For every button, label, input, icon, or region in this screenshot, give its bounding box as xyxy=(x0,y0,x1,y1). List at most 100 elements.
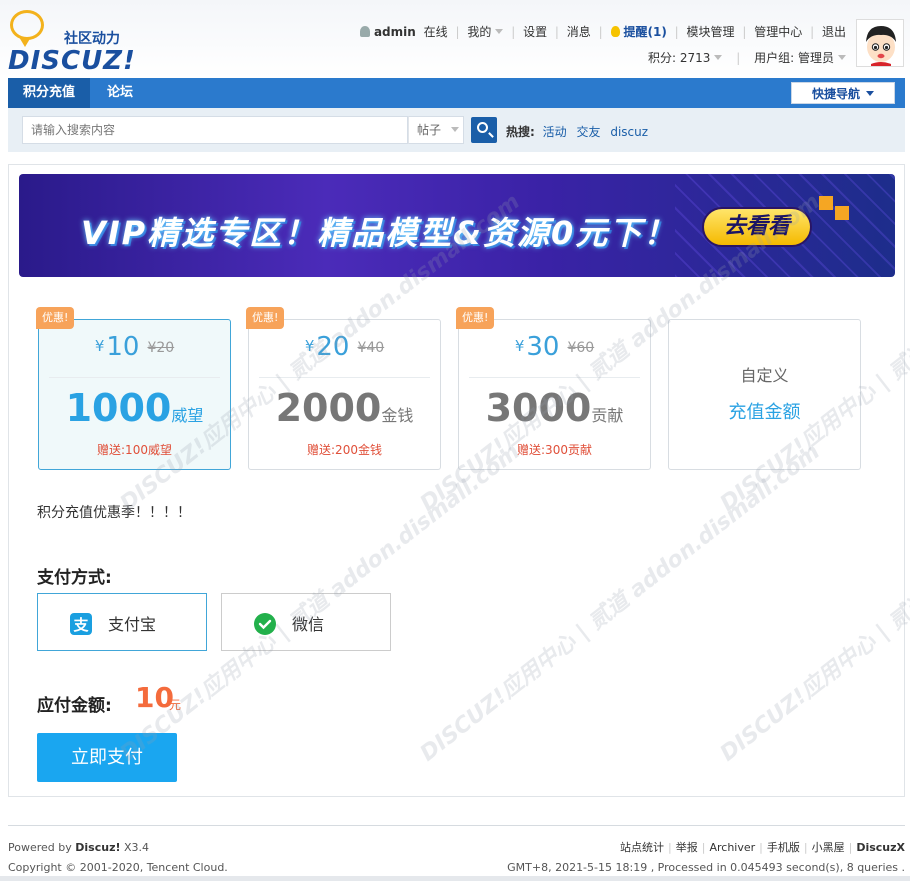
search-input[interactable]: 请输入搜索内容 xyxy=(22,116,408,144)
total-label: 应付金额: xyxy=(37,696,112,716)
amount-value: 2000 xyxy=(275,386,382,430)
powered-brand-link[interactable]: Discuz! xyxy=(75,841,120,854)
amount-value: 3000 xyxy=(485,386,592,430)
divider: | xyxy=(455,25,460,39)
custom-amount-label: 充值金额 xyxy=(728,402,801,423)
header: 社区动力 DISCUZ! admin 在线 | 我的 | 设置 | 消息 | 提… xyxy=(0,0,910,78)
user-info: 积分: 2713 | 用户组: 管理员 xyxy=(648,49,846,66)
package-card-10[interactable]: 优惠! ¥10 ¥20 1000威望 赠送:100威望 xyxy=(36,307,231,470)
divider xyxy=(469,377,640,378)
site-logo[interactable]: 社区动力 DISCUZ! xyxy=(8,10,148,76)
nav-tab-credits-recharge[interactable]: 积分充值 xyxy=(8,78,90,108)
chevron-down-icon xyxy=(451,127,460,132)
package-card-30[interactable]: 优惠! ¥30 ¥60 3000贡献 赠送:300贡献 xyxy=(456,307,651,470)
footer-link-blacklist[interactable]: 小黑屋 xyxy=(812,841,845,854)
watermark: DISCUZ!应用中心 | 贰道 addon.dismall.com xyxy=(715,439,910,767)
package-price: ¥30 ¥60 xyxy=(459,332,650,362)
amount-unit: 贡献 xyxy=(591,406,624,425)
hot-search-item[interactable]: discuz xyxy=(610,125,648,139)
divider xyxy=(49,377,220,378)
remind-link[interactable]: 提醒(1) xyxy=(624,23,667,40)
avatar[interactable] xyxy=(856,19,904,67)
vip-banner[interactable]: VIP精选专区！精品模型&资源0元下！ 去看看 xyxy=(19,174,895,277)
search-icon xyxy=(477,122,488,133)
divider: | xyxy=(598,25,603,39)
logout-link[interactable]: 退出 xyxy=(822,23,846,40)
footer-brand-link[interactable]: DiscuzX xyxy=(856,841,905,854)
footer-links: 站点统计 | 举报 | Archiver | 手机版 | 小黑屋 | DiscuzX xyxy=(507,838,905,858)
settings-link[interactable]: 设置 xyxy=(523,23,547,40)
copyright: Copyright © 2001-2020, Tencent Cloud. xyxy=(8,861,228,874)
original-price: ¥40 xyxy=(357,340,385,356)
user-icon xyxy=(359,26,370,37)
hot-search-item[interactable]: 活动 xyxy=(543,125,567,139)
usergroup-menu[interactable]: 用户组: 管理员 xyxy=(754,51,834,65)
footer-link-archiver[interactable]: Archiver xyxy=(709,841,755,854)
recharge-panel: VIP精选专区！精品模型&资源0元下！ 去看看 优惠! ¥10 ¥20 1000威… xyxy=(8,164,910,797)
banner-go-button[interactable]: 去看看 xyxy=(702,207,812,247)
logo-brand: DISCUZ! xyxy=(8,46,136,76)
package-price: ¥10 ¥20 xyxy=(39,332,230,362)
chevron-down-icon xyxy=(838,55,846,60)
custom-amount-card[interactable]: 自定义 充值金额 xyxy=(668,319,861,470)
amount-unit: 威望 xyxy=(171,406,204,425)
admin-center-link[interactable]: 管理中心 xyxy=(754,23,802,40)
divider: | xyxy=(848,841,853,854)
bottom-scrollbar[interactable] xyxy=(0,876,910,881)
gift-text: 赠送:100威望 xyxy=(97,443,172,457)
my-menu[interactable]: 我的 xyxy=(467,23,491,40)
payment-wechat-button[interactable]: 微信 xyxy=(221,593,391,651)
pay-now-button[interactable]: 立即支付 xyxy=(37,733,177,782)
logo-slogan: 社区动力 xyxy=(64,31,120,47)
banner-cube-decoration xyxy=(819,196,833,210)
divider: | xyxy=(701,841,706,854)
search-type-label: 帖子 xyxy=(417,123,442,137)
credits-menu[interactable]: 积分: 2713 xyxy=(648,51,710,65)
quick-nav-button[interactable]: 快捷导航 xyxy=(791,82,895,104)
version: X3.4 xyxy=(124,841,150,854)
currency-symbol: ¥ xyxy=(304,337,315,355)
package-card-20[interactable]: 优惠! ¥20 ¥40 2000金钱 赠送:200金钱 xyxy=(246,307,441,470)
page: 社区动力 DISCUZ! admin 在线 | 我的 | 设置 | 消息 | 提… xyxy=(0,0,910,881)
package-amount: 1000威望 xyxy=(39,386,230,430)
gift-text: 赠送:200金钱 xyxy=(307,443,382,457)
promo-text: 积分充值优惠季！！！！ xyxy=(37,505,191,521)
divider xyxy=(259,377,430,378)
alipay-icon: 支 xyxy=(70,613,92,635)
divider: | xyxy=(759,841,763,854)
search-bar: 请输入搜索内容 帖子 热搜: 活动 交友 discuz xyxy=(8,108,905,152)
username-link[interactable]: admin xyxy=(374,25,416,39)
amount-value: 1000 xyxy=(65,386,172,430)
wechat-icon xyxy=(254,613,276,635)
banner-cube-decoration xyxy=(835,206,849,220)
price-value: 30 xyxy=(526,332,560,362)
avatar-face-icon xyxy=(857,20,903,66)
price-value: 10 xyxy=(106,332,140,362)
package-amount: 3000贡献 xyxy=(459,386,650,430)
quick-nav-label: 快捷导航 xyxy=(811,87,860,101)
nav-tab-forum[interactable]: 论坛 xyxy=(90,78,150,108)
gift-text: 赠送:300贡献 xyxy=(517,443,592,457)
hot-search-item[interactable]: 交友 xyxy=(576,125,600,139)
search-type-select[interactable]: 帖子 xyxy=(408,116,464,144)
divider: | xyxy=(554,25,559,39)
currency-symbol: ¥ xyxy=(514,337,525,355)
divider: | xyxy=(668,841,672,854)
footer-link-stats[interactable]: 站点统计 xyxy=(620,841,664,854)
divider: | xyxy=(803,841,808,854)
search-button[interactable] xyxy=(471,117,497,143)
user-menu: admin 在线 | 我的 | 设置 | 消息 | 提醒(1) | 模块管理 |… xyxy=(359,23,846,40)
payment-method-name: 微信 xyxy=(292,615,325,634)
divider: | xyxy=(511,25,516,39)
footer-link-report[interactable]: 举报 xyxy=(676,841,698,854)
amount-unit: 金钱 xyxy=(381,406,414,425)
footer-link-mobile[interactable]: 手机版 xyxy=(767,841,800,854)
module-admin-link[interactable]: 模块管理 xyxy=(687,23,735,40)
footer-left: Powered by Discuz! X3.4 Copyright © 2001… xyxy=(8,838,228,878)
price-value: 20 xyxy=(316,332,350,362)
footer-right: 站点统计 | 举报 | Archiver | 手机版 | 小黑屋 | DiscuzX GMT+8, … xyxy=(507,838,905,878)
divider: | xyxy=(742,25,747,39)
logo-bubble-icon xyxy=(10,10,44,47)
messages-link[interactable]: 消息 xyxy=(567,23,591,40)
payment-alipay-button[interactable]: 支 支付宝 xyxy=(37,593,207,651)
